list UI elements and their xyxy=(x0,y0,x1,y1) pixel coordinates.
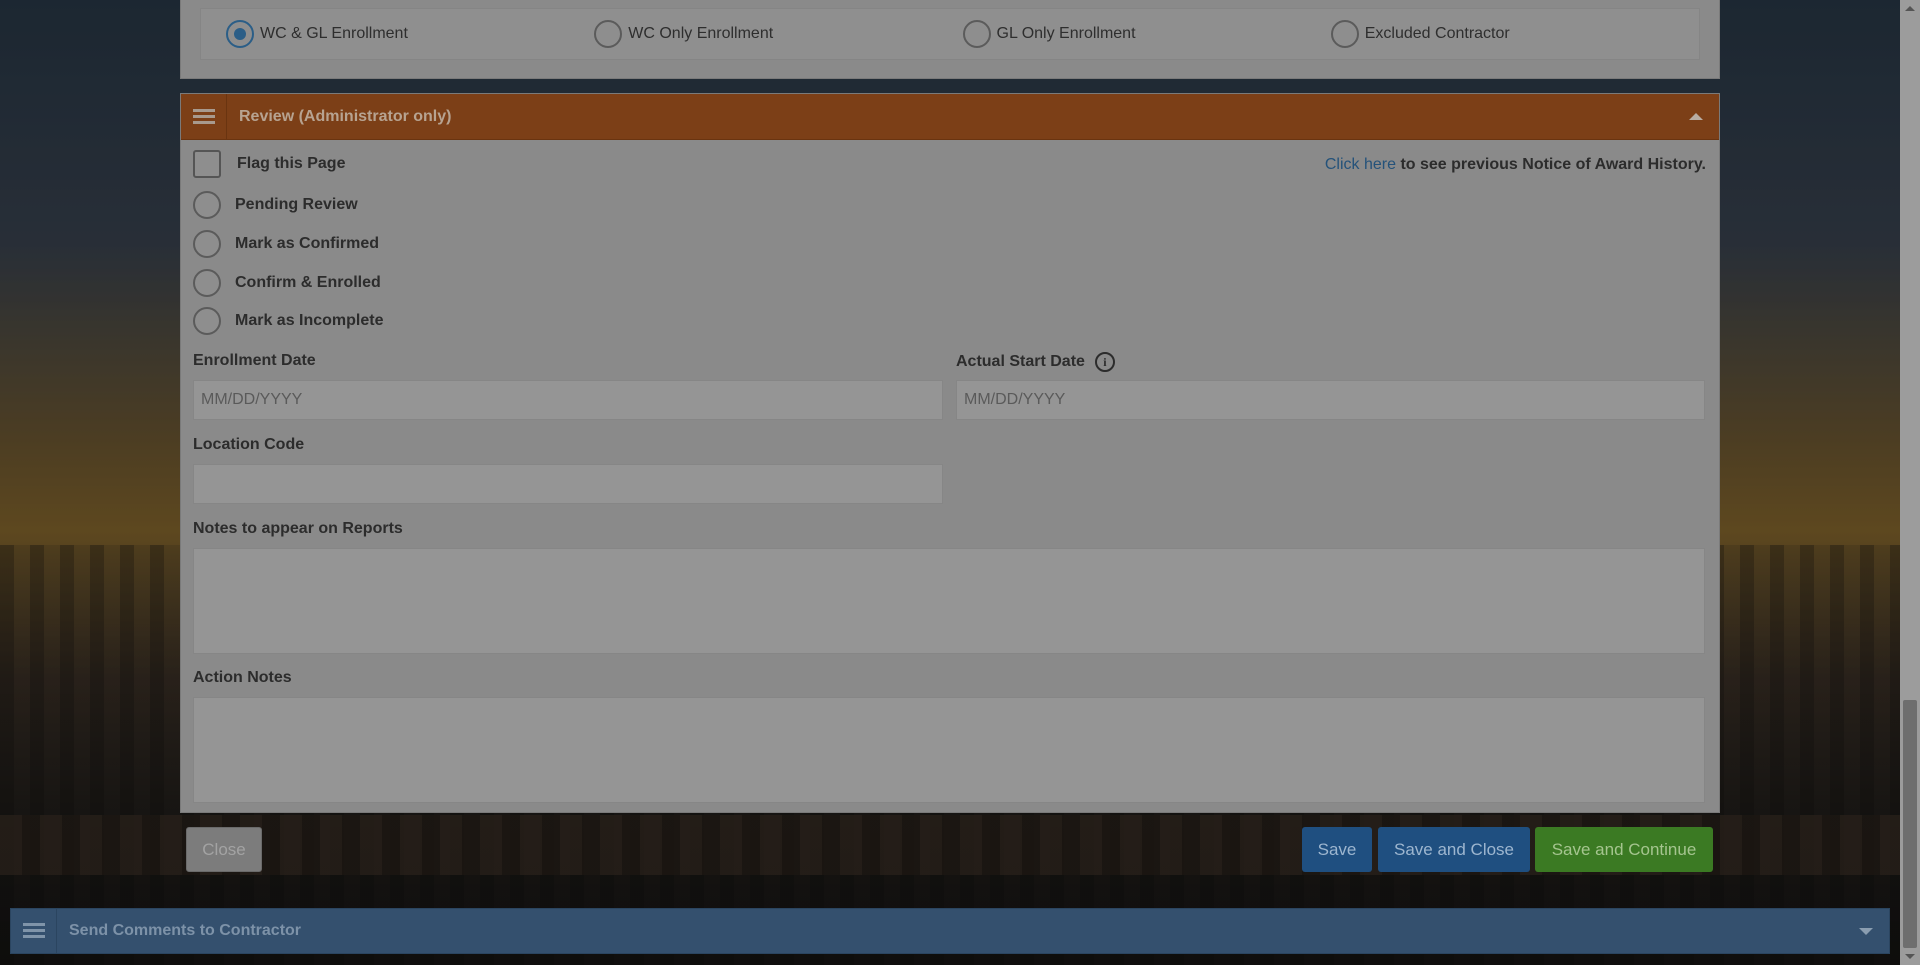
review-panel-body: Flag this Page Click here to see previou… xyxy=(181,140,1719,813)
enrollment-option-label: WC Only Enrollment xyxy=(628,25,774,42)
location-code-label: Location Code xyxy=(193,436,304,454)
radio-icon[interactable] xyxy=(193,191,221,219)
notes-textarea[interactable] xyxy=(193,548,1705,654)
status-label: Confirm & Enrolled xyxy=(235,274,381,291)
enrollment-option-wc-only[interactable]: WC Only Enrollment xyxy=(594,20,962,48)
radio-icon[interactable] xyxy=(962,20,991,48)
location-code-input[interactable] xyxy=(193,464,943,504)
action-notes-label-text: Action Notes xyxy=(193,669,292,686)
send-comments-panel-header[interactable]: Send Comments to Contractor xyxy=(10,908,1890,954)
notes-label-text: Notes to appear on Reports xyxy=(193,520,403,537)
scrollbar-thumb[interactable] xyxy=(1903,700,1917,948)
award-history-suffix: to see previous Notice of Award History. xyxy=(1396,156,1706,173)
review-panel-header[interactable]: Review (Administrator only) xyxy=(181,93,1719,140)
notes-label: Notes to appear on Reports xyxy=(193,520,403,538)
save-and-close-button[interactable]: Save and Close xyxy=(1378,827,1530,872)
enrollment-date-label: Enrollment Date xyxy=(193,352,316,370)
enrollment-option-label: Excluded Contractor xyxy=(1364,25,1510,42)
actual-start-date-label: Actual Start Date i xyxy=(956,352,1115,372)
scroll-down-icon[interactable] xyxy=(1905,954,1915,959)
location-code-label-text: Location Code xyxy=(193,436,305,453)
chevron-up-icon[interactable] xyxy=(1689,113,1703,120)
status-label: Mark as Incomplete xyxy=(235,312,384,329)
enrollment-date-input[interactable]: MM/DD/YYYY xyxy=(193,380,943,420)
menu-icon xyxy=(181,93,227,140)
flag-checkbox[interactable] xyxy=(193,150,221,178)
scrollbar[interactable] xyxy=(1900,0,1920,965)
status-label: Mark as Confirmed xyxy=(235,235,380,252)
enrollment-option-wc-gl[interactable]: WC & GL Enrollment xyxy=(226,20,594,48)
enrollment-date-placeholder: MM/DD/YYYY xyxy=(201,391,303,408)
chevron-down-icon[interactable] xyxy=(1859,927,1873,935)
review-panel: Review (Administrator only) Flag this Pa… xyxy=(180,93,1720,813)
enrollment-option-excluded[interactable]: Excluded Contractor xyxy=(1330,20,1699,48)
status-label: Pending Review xyxy=(235,196,358,213)
award-history-link[interactable]: Click here xyxy=(1325,156,1396,173)
save-button[interactable]: Save xyxy=(1302,827,1372,872)
actual-start-date-input[interactable]: MM/DD/YYYY xyxy=(956,380,1705,420)
radio-icon[interactable] xyxy=(193,230,221,258)
review-panel-title: Review (Administrator only) xyxy=(239,107,452,125)
actual-start-date-label-text: Actual Start Date xyxy=(956,353,1085,370)
flag-page-row[interactable]: Flag this Page xyxy=(193,150,345,178)
menu-icon xyxy=(11,908,57,954)
action-notes-label: Action Notes xyxy=(193,669,292,687)
radio-icon[interactable] xyxy=(226,20,254,48)
enrollment-option-label: GL Only Enrollment xyxy=(996,25,1136,42)
radio-icon[interactable] xyxy=(594,20,623,48)
enrollment-type-card: WC & GL Enrollment WC Only Enrollment GL… xyxy=(180,0,1720,79)
flag-label: Flag this Page xyxy=(237,155,346,172)
actual-start-date-placeholder: MM/DD/YYYY xyxy=(964,391,1066,408)
award-history-text: Click here to see previous Notice of Awa… xyxy=(1325,156,1706,174)
scroll-up-icon[interactable] xyxy=(1905,6,1915,11)
status-confirm-enrolled[interactable]: Confirm & Enrolled xyxy=(193,269,381,297)
info-icon[interactable]: i xyxy=(1094,352,1115,372)
radio-icon[interactable] xyxy=(1330,20,1359,48)
status-mark-confirmed[interactable]: Mark as Confirmed xyxy=(193,230,379,258)
enrollment-type-group: WC & GL Enrollment WC Only Enrollment GL… xyxy=(200,8,1700,60)
status-mark-incomplete[interactable]: Mark as Incomplete xyxy=(193,307,384,335)
action-notes-textarea[interactable] xyxy=(193,697,1705,803)
enrollment-date-label-text: Enrollment Date xyxy=(193,352,316,369)
status-pending-review[interactable]: Pending Review xyxy=(193,191,358,219)
enrollment-option-gl-only[interactable]: GL Only Enrollment xyxy=(962,20,1331,48)
radio-icon[interactable] xyxy=(193,269,221,297)
enrollment-option-label: WC & GL Enrollment xyxy=(260,25,408,42)
close-button[interactable]: Close xyxy=(186,827,262,872)
save-and-continue-button[interactable]: Save and Continue xyxy=(1535,827,1713,872)
radio-icon[interactable] xyxy=(193,307,221,335)
send-comments-title: Send Comments to Contractor xyxy=(69,922,302,939)
